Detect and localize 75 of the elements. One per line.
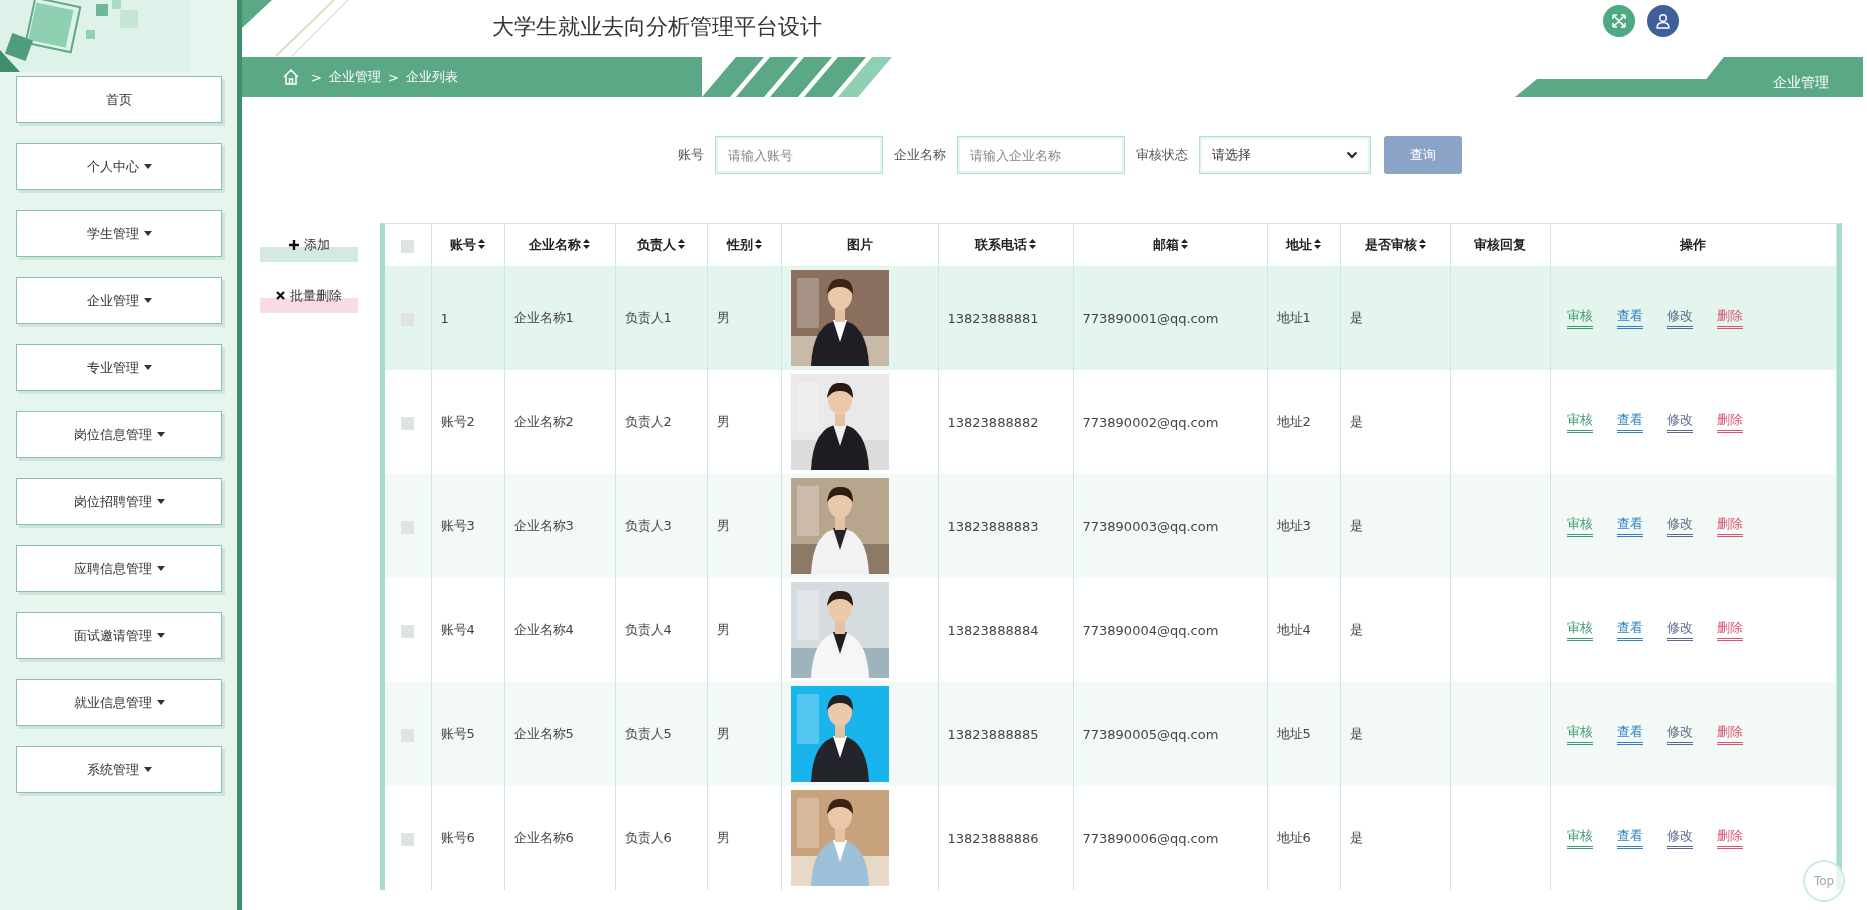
status-dropdown[interactable]: 请选择 — [1198, 136, 1371, 174]
page-tab-label: 企业管理 — [1773, 74, 1829, 92]
table-row[interactable]: 账号4 企业名称4 负责人4 男 13823888884 773890004@qq.com 地址4 是 审核 查看 修改 删除 — [385, 578, 1837, 682]
menu-item[interactable]: 个人中心 — [16, 143, 222, 190]
sort-icon[interactable] — [678, 239, 685, 249]
table-cell: 是 — [1340, 786, 1450, 890]
table-row[interactable]: 账号5 企业名称5 负责人5 男 13823888885 773890005@qq.com 地址5 是 审核 查看 修改 删除 — [385, 682, 1837, 786]
sort-icon[interactable] — [1418, 239, 1426, 249]
table-cell: 13823888886 — [938, 786, 1073, 890]
menu-item[interactable]: 岗位信息管理 — [16, 411, 222, 458]
menu-item[interactable]: 学生管理 — [16, 210, 222, 257]
action-link[interactable]: 审核 — [1566, 619, 1593, 641]
home-icon[interactable] — [282, 68, 300, 86]
action-link[interactable]: 删除 — [1716, 411, 1743, 433]
sort-icon[interactable] — [1180, 239, 1188, 249]
menu-item[interactable]: 就业信息管理 — [16, 679, 222, 726]
action-link[interactable]: 审核 — [1566, 827, 1593, 849]
search-field[interactable]: 请输入账号 — [714, 136, 883, 174]
table-cell: 男 — [707, 786, 781, 890]
action-link[interactable]: 修改 — [1666, 411, 1693, 433]
menu-item[interactable]: 岗位招聘管理 — [16, 478, 222, 525]
table-row[interactable]: 1 企业名称1 负责人1 男 13823888881 773890001@qq.com 地址1 是 审核 查看 修改 删除 — [385, 266, 1837, 370]
action-link[interactable]: 修改 — [1666, 827, 1693, 849]
table-cell: 账号6 — [431, 786, 504, 890]
plus-icon — [288, 240, 299, 250]
action-link[interactable]: 查看 — [1616, 827, 1643, 849]
checkbox[interactable] — [401, 239, 415, 253]
search-field[interactable]: 请输入企业名称 — [956, 136, 1125, 174]
action-link[interactable]: 查看 — [1616, 411, 1643, 433]
checkbox[interactable] — [401, 832, 415, 846]
action-link[interactable]: 修改 — [1666, 723, 1693, 745]
table-cell: 负责人6 — [615, 786, 707, 890]
chevron-down-icon — [1345, 151, 1358, 159]
field-label: 账号 — [677, 146, 704, 164]
checkbox[interactable] — [401, 416, 415, 430]
menu-item[interactable]: 系统管理 — [16, 746, 222, 793]
table-row[interactable]: 账号3 企业名称3 负责人3 男 13823888883 773890003@qq.com 地址3 是 审核 查看 修改 删除 — [385, 474, 1837, 578]
sort-icon[interactable] — [1029, 239, 1036, 249]
sort-icon[interactable] — [478, 239, 485, 249]
sort-icon[interactable] — [583, 239, 590, 249]
action-link[interactable]: 删除 — [1716, 827, 1743, 849]
action-link[interactable]: 删除 — [1716, 307, 1743, 329]
sort-icon[interactable] — [754, 239, 762, 249]
menu-item[interactable]: 应聘信息管理 — [16, 545, 222, 592]
table-cell: 企业名称6 — [504, 786, 615, 890]
page-title: 大学生就业去向分析管理平台设计 — [492, 13, 822, 41]
table-cell: 地址6 — [1267, 786, 1340, 890]
batch-delete-button[interactable]: 批量删除 — [260, 287, 358, 313]
table-cell: 773890006@qq.com — [1073, 786, 1267, 890]
user-icon[interactable] — [1647, 5, 1679, 37]
menu-item[interactable]: 企业管理 — [16, 277, 222, 324]
sort-icon[interactable] — [1314, 239, 1321, 249]
action-link[interactable]: 审核 — [1566, 411, 1593, 433]
breadcrumb-separator: > — [387, 69, 399, 85]
action-link[interactable]: 删除 — [1716, 723, 1743, 745]
fullscreen-icon[interactable] — [1603, 5, 1635, 37]
menu-item[interactable]: 专业管理 — [16, 344, 222, 391]
checkbox[interactable] — [401, 624, 415, 638]
action-link[interactable]: 查看 — [1616, 515, 1643, 537]
action-link[interactable]: 删除 — [1716, 619, 1743, 641]
action-link[interactable]: 删除 — [1716, 515, 1743, 537]
close-icon — [276, 291, 285, 300]
breadcrumb-separator: > — [311, 69, 322, 85]
action-link[interactable]: 修改 — [1666, 307, 1693, 329]
field-label: 企业名称 — [893, 146, 946, 164]
add-button[interactable]: 添加 — [260, 236, 358, 262]
menu-item[interactable]: 首页 — [16, 76, 222, 123]
action-link[interactable]: 查看 — [1616, 619, 1643, 641]
table-row[interactable]: 账号2 企业名称2 负责人2 男 13823888882 773890002@qq.com 地址2 是 审核 查看 修改 删除 — [385, 370, 1837, 474]
action-link[interactable]: 查看 — [1616, 723, 1643, 745]
action-link[interactable]: 修改 — [1666, 619, 1693, 641]
menu-item[interactable]: 面试邀请管理 — [16, 612, 222, 659]
action-link[interactable]: 修改 — [1666, 515, 1693, 537]
action-link[interactable]: 查看 — [1616, 307, 1643, 329]
field-label: 审核状态 — [1135, 146, 1188, 164]
